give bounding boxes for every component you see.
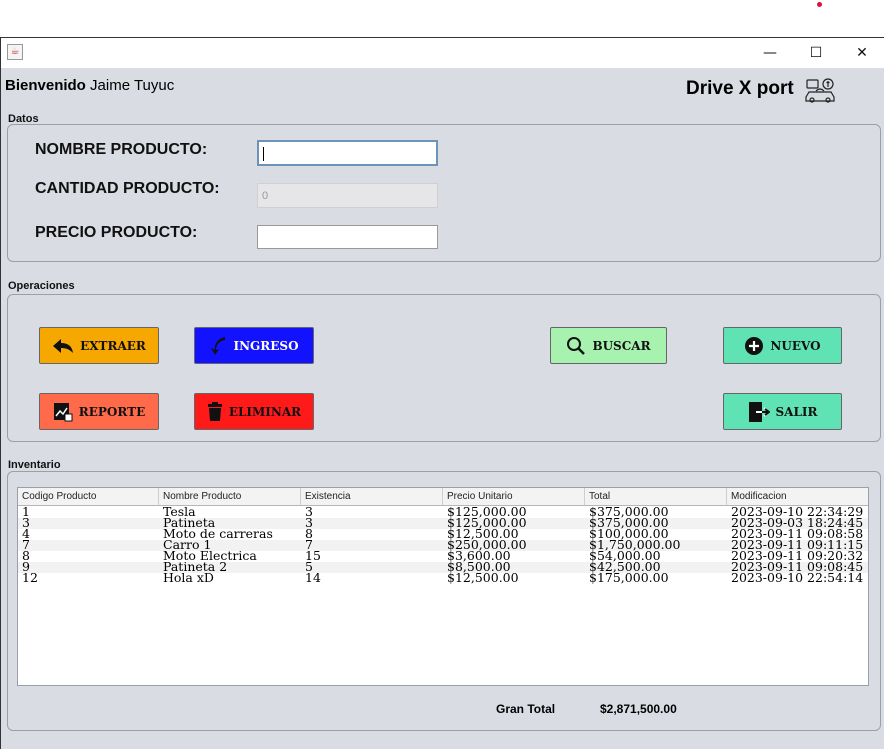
app-window: ☕ — ☐ ✕ Bienvenido Jaime Tuyuc Drive X p…	[0, 37, 885, 749]
nombre-producto-input[interactable]	[257, 140, 438, 166]
column-header[interactable]: Precio Unitario	[443, 488, 585, 505]
gran-total-value: $2,871,500.00	[600, 702, 677, 716]
table-row[interactable]: 12 Hola xD 14 $12,500.00 $175,000.00 2023-09-…	[18, 570, 868, 585]
salir-label: SALIR	[775, 404, 818, 419]
reporte-button[interactable]: REPORTE	[39, 393, 159, 430]
notification-dot	[817, 2, 822, 7]
column-header[interactable]: Total	[585, 488, 727, 505]
car-exchange-icon	[804, 77, 836, 107]
table-cell: 14	[305, 570, 321, 585]
inventario-title: Inventario	[8, 459, 61, 471]
java-app-icon: ☕	[7, 44, 23, 60]
table-cell: 2023-09-10 22:54:14	[731, 570, 864, 585]
column-header[interactable]: Existencia	[301, 488, 443, 505]
reporte-label: REPORTE	[78, 404, 146, 419]
column-header[interactable]: Modificacion	[727, 488, 868, 505]
gran-total-label: Gran Total	[496, 702, 556, 716]
eliminar-label: ELIMINAR	[228, 404, 302, 419]
maximize-button[interactable]: ☐	[803, 43, 829, 63]
table-cell: $175,000.00	[589, 570, 669, 585]
search-icon	[567, 336, 586, 355]
minimize-button[interactable]: —	[757, 43, 783, 63]
ingreso-label: INGRESO	[233, 338, 299, 353]
precio-producto-input[interactable]	[257, 225, 438, 249]
salir-button[interactable]: SALIR	[723, 393, 842, 430]
cantidad-producto-input: 0	[257, 183, 438, 208]
reply-arrow-icon	[53, 338, 74, 353]
curved-arrow-icon	[211, 336, 226, 355]
eliminar-button[interactable]: ELIMINAR	[194, 393, 314, 430]
extraer-label: EXTRAER	[80, 338, 146, 353]
welcome-user: Jaime Tuyuc	[90, 77, 175, 94]
text-caret	[263, 147, 264, 161]
cantidad-producto-label: CANTIDAD PRODUCTO:	[35, 180, 220, 197]
extraer-button[interactable]: EXTRAER	[39, 327, 159, 364]
close-button[interactable]: ✕	[849, 43, 875, 63]
welcome-label: Bienvenido Jaime Tuyuc	[5, 77, 174, 94]
title-bar: ☕ — ☐ ✕	[1, 38, 885, 68]
buscar-label: BUSCAR	[592, 338, 651, 353]
operaciones-title: Operaciones	[8, 280, 75, 292]
nuevo-button[interactable]: NUEVO	[723, 327, 842, 364]
ingreso-button[interactable]: INGRESO	[194, 327, 314, 364]
trash-icon	[207, 401, 222, 421]
nuevo-label: NUEVO	[770, 338, 821, 353]
table-cell: Hola xD	[163, 570, 214, 585]
exit-door-icon	[748, 401, 770, 422]
report-chart-icon	[53, 402, 73, 421]
welcome-bold: Bienvenido	[5, 77, 86, 94]
table-cell: 12	[22, 570, 38, 585]
brand-title: Drive X port	[686, 78, 794, 99]
column-header[interactable]: Codigo Producto	[18, 488, 159, 505]
nombre-producto-label: NOMBRE PRODUCTO:	[35, 141, 208, 158]
inventory-table: Codigo Producto Nombre Producto Existenc…	[17, 487, 869, 686]
precio-producto-label: PRECIO PRODUCTO:	[35, 224, 198, 241]
table-cell: $12,500.00	[447, 570, 519, 585]
column-header[interactable]: Nombre Producto	[159, 488, 301, 505]
plus-circle-icon	[745, 336, 764, 355]
buscar-button[interactable]: BUSCAR	[550, 327, 667, 364]
